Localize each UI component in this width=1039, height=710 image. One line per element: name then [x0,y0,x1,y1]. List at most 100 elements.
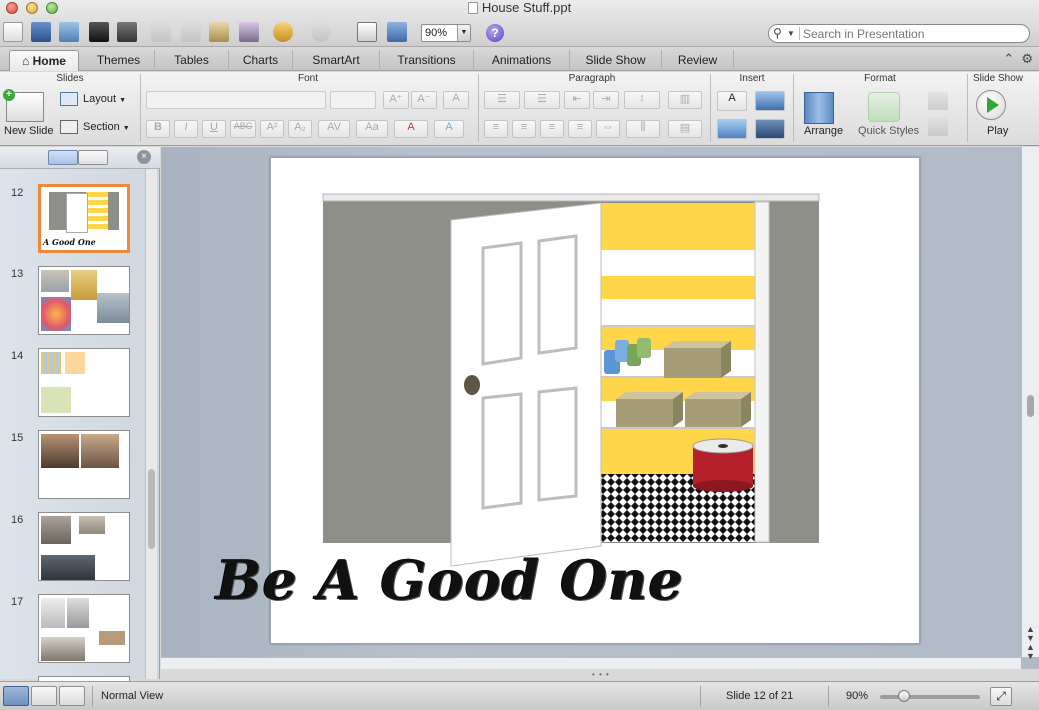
search-icon[interactable]: ⚲ [773,26,782,40]
help-button[interactable]: ? [486,24,504,42]
outline-view-button[interactable] [78,150,108,165]
media-icon[interactable] [755,119,785,139]
distributed-button[interactable]: ⇔ [596,120,620,138]
notes-splitter-handle[interactable]: • • • [592,670,610,679]
arrange-button[interactable]: Arrange [804,125,843,137]
slides-pane-scrollbar[interactable] [145,169,157,679]
text-box-button[interactable]: A [717,91,747,111]
justify-button[interactable]: ≡ [568,120,592,138]
slide-sorter-view-button[interactable] [31,686,57,706]
clear-format-button[interactable]: A [443,91,469,109]
font-color-button[interactable]: A [394,120,428,138]
bold-button[interactable]: B [146,120,170,138]
picture-icon[interactable] [755,91,785,111]
fit-to-window-button[interactable]: ⤢ [990,687,1012,706]
tab-transitions[interactable]: Transitions [380,50,474,71]
slide-caption[interactable]: Be A Good One [216,548,684,612]
slide-thumbnail-13[interactable] [38,266,130,335]
decrease-indent-button[interactable]: ⇤ [564,91,590,109]
open-icon[interactable] [59,22,79,42]
columns-button[interactable]: ▥ [668,91,702,109]
italic-button[interactable]: I [174,120,198,138]
tab-animations[interactable]: Animations [474,50,570,71]
grow-font-button[interactable]: A⁺ [383,91,409,109]
paste-icon[interactable] [209,22,229,42]
text-direction-button[interactable]: ⫼ [626,120,660,138]
gear-icon[interactable]: ⚙ [1021,51,1033,66]
text-effects-button[interactable]: A [434,120,464,138]
underline-button[interactable]: U [202,120,226,138]
align-text-button[interactable]: ▤ [668,120,702,138]
scrollbar-knob[interactable] [1027,395,1034,417]
play-button[interactable]: Play [987,125,1008,137]
thumbnails-view-button[interactable] [48,150,78,165]
format-painter-icon[interactable] [239,22,259,42]
slide-thumbnail-17[interactable] [38,594,130,663]
thumb-photo [67,598,89,628]
increase-indent-button[interactable]: ⇥ [593,91,619,109]
search-input[interactable] [803,26,1023,41]
tab-slide-show[interactable]: Slide Show [570,50,662,71]
zoom-dropdown[interactable]: 90% ▼ [421,24,471,42]
slide-thumbnail-12[interactable]: A Good One [38,184,130,253]
slide-sorter-icon[interactable] [357,22,377,42]
redo-icon[interactable] [311,22,331,42]
tab-charts[interactable]: Charts [229,50,293,71]
play-icon[interactable] [976,90,1006,120]
presenter-view-button[interactable] [59,686,85,706]
prev-next-slide-icon[interactable]: ▲ ▼ ▲ ▼ [1026,625,1035,661]
shape-icon[interactable] [717,119,747,139]
bullets-button[interactable]: ☰ [484,91,520,109]
close-pane-button[interactable]: × [137,150,151,164]
slide-thumbnail-15[interactable] [38,430,130,499]
scrollbar-knob[interactable] [148,469,155,549]
zoom-slider-knob[interactable] [898,690,910,702]
collapse-ribbon-icon[interactable]: ⌃ [1003,51,1014,66]
print-icon[interactable] [117,22,137,42]
arrange-icon[interactable] [804,92,834,124]
horizontal-scrollbar[interactable] [161,657,1021,669]
shrink-font-button[interactable]: A⁻ [411,91,437,109]
strikethrough-button[interactable]: ABC [230,120,256,138]
slideshow-icon[interactable] [387,22,407,42]
tab-review[interactable]: Review [662,50,734,71]
align-left-button[interactable]: ≡ [484,120,508,138]
quick-styles-button[interactable]: Quick Styles [858,125,919,137]
chevron-down-icon[interactable]: ▼ [787,29,795,38]
slide-thumbnail-16[interactable] [38,512,130,581]
slide-thumbnail-14[interactable] [38,348,130,417]
font-name-field[interactable] [146,91,326,109]
tab-themes[interactable]: Themes [83,50,155,71]
align-right-button[interactable]: ≡ [540,120,564,138]
line-icon[interactable] [928,118,948,136]
tab-home[interactable]: ⌂ Home [9,50,79,71]
align-center-button[interactable]: ≡ [512,120,536,138]
character-spacing-button[interactable]: AV [318,120,350,138]
fill-icon[interactable] [928,92,948,110]
superscript-button[interactable]: A² [260,120,284,138]
layout-icon[interactable] [60,92,78,106]
quick-styles-icon[interactable] [868,92,900,122]
section-icon[interactable] [60,120,78,134]
new-icon[interactable] [3,22,23,42]
gallery-icon[interactable] [31,22,51,42]
numbering-button[interactable]: ☰ [524,91,560,109]
tab-tables[interactable]: Tables [155,50,229,71]
new-slide-icon[interactable]: + [3,89,44,122]
layout-button[interactable]: Layout ▼ [83,93,126,105]
save-icon[interactable] [89,22,109,42]
vertical-scrollbar[interactable]: ▲ ▼ ▲ ▼ [1021,147,1039,661]
tab-smartart[interactable]: SmartArt [293,50,380,71]
subscript-button[interactable]: A₂ [288,120,312,138]
font-size-field[interactable] [330,91,376,109]
normal-view-button[interactable] [3,686,29,706]
section-button[interactable]: Section ▼ [83,121,130,133]
new-slide-button[interactable]: New Slide [4,125,54,137]
line-spacing-button[interactable]: ↕ [624,91,660,109]
change-case-button[interactable]: Aa [356,120,388,138]
undo-icon[interactable] [273,22,293,42]
zoom-slider[interactable] [880,690,980,702]
group-title-format: Format [864,73,896,84]
cut-icon[interactable] [151,22,171,42]
copy-icon[interactable] [181,22,201,42]
